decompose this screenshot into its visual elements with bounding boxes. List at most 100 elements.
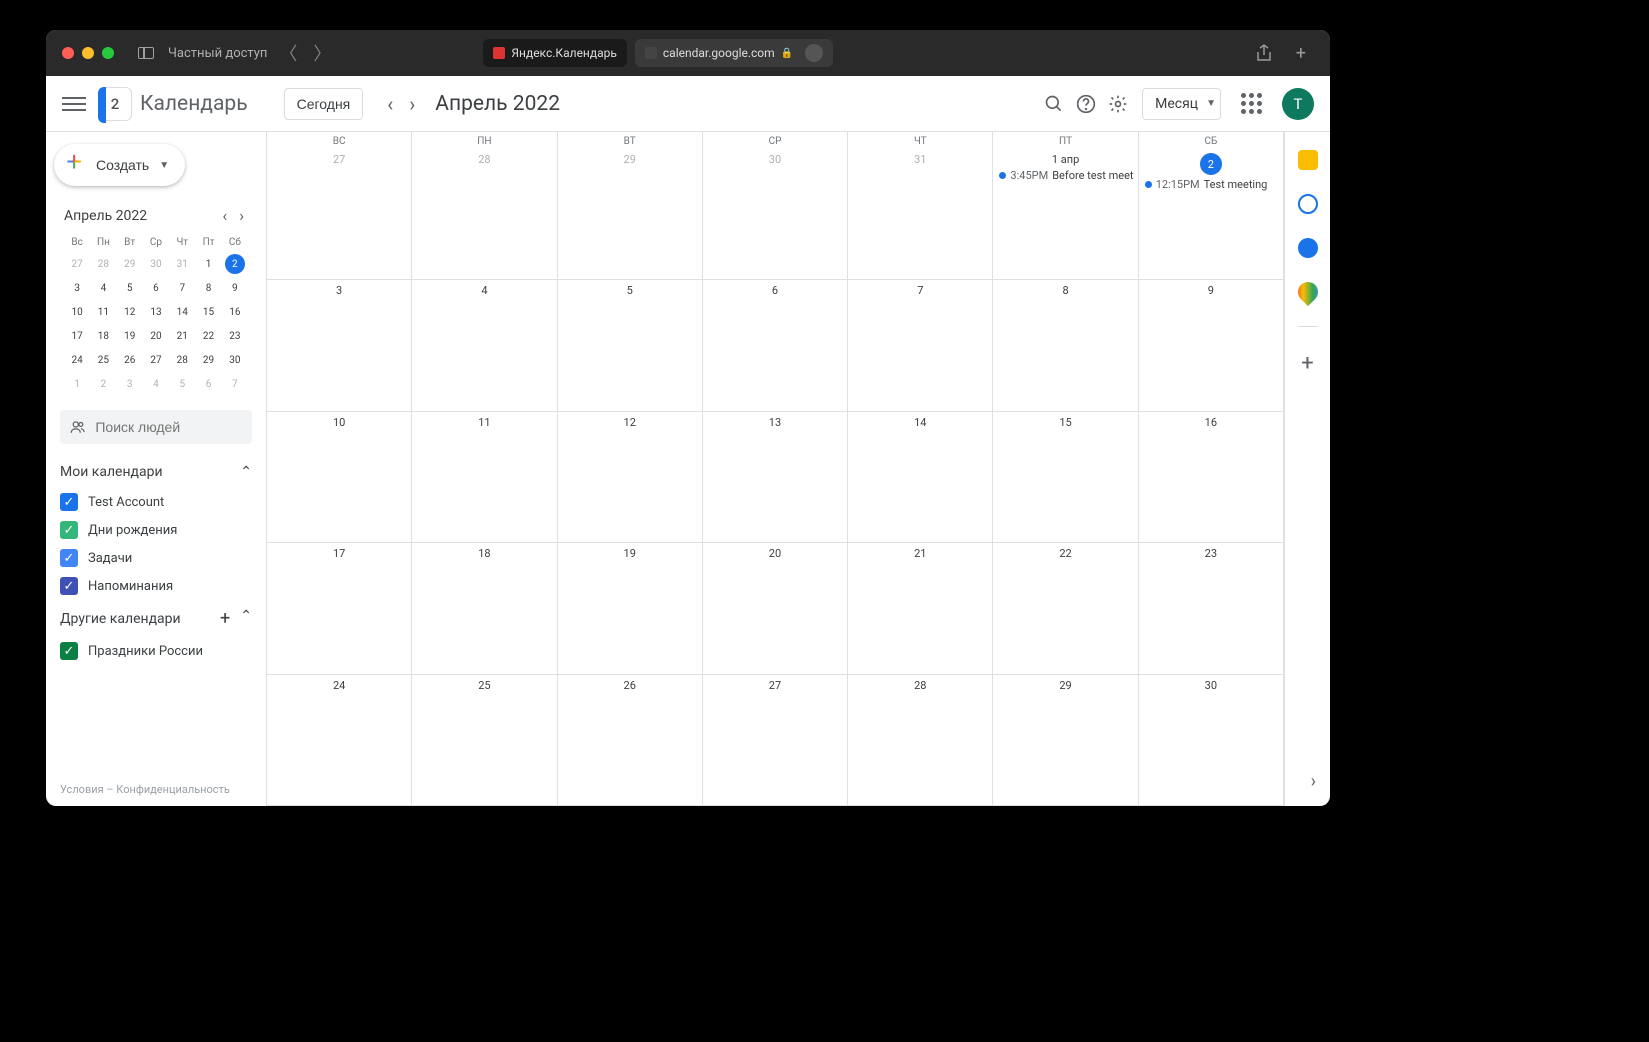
settings-icon[interactable] — [1106, 92, 1130, 116]
mini-day-cell[interactable]: 8 — [195, 276, 221, 300]
calendar-list-item[interactable]: ✓Задачи — [60, 544, 252, 572]
maximize-window-button[interactable] — [102, 47, 114, 59]
day-cell[interactable]: 27 — [267, 149, 412, 280]
mini-day-cell[interactable]: 19 — [117, 324, 143, 348]
mini-day-cell[interactable]: 18 — [90, 324, 116, 348]
browser-tab-yandex[interactable]: Яндекс.Календарь — [483, 39, 627, 67]
day-cell[interactable]: 18 — [412, 543, 557, 674]
mini-day-cell[interactable]: 28 — [169, 348, 195, 372]
calendar-list-item[interactable]: ✓Напоминания — [60, 572, 252, 600]
calendar-event[interactable]: 12:15PM Test meeting — [1143, 177, 1279, 192]
calendar-list-item[interactable]: ✓Праздники России — [60, 637, 252, 665]
collapse-side-panel-button[interactable]: › — [1311, 771, 1316, 792]
day-cell[interactable]: 21 — [848, 543, 993, 674]
contacts-app-icon[interactable] — [1298, 238, 1318, 258]
day-cell[interactable]: 31 — [848, 149, 993, 280]
day-cell[interactable]: 19 — [558, 543, 703, 674]
mini-day-cell[interactable]: 29 — [195, 348, 221, 372]
calendar-logo[interactable]: 2 — [98, 87, 132, 121]
mini-day-cell[interactable]: 1 — [195, 252, 221, 276]
checkbox-icon[interactable]: ✓ — [60, 521, 78, 539]
prev-period-button[interactable]: ‹ — [379, 86, 401, 122]
mini-day-cell[interactable]: 27 — [143, 348, 169, 372]
mini-day-cell[interactable]: 5 — [117, 276, 143, 300]
mini-day-cell[interactable]: 2 — [222, 252, 248, 276]
day-cell[interactable]: 14 — [848, 412, 993, 543]
day-cell[interactable]: 10 — [267, 412, 412, 543]
day-cell[interactable]: 12 — [558, 412, 703, 543]
mini-day-cell[interactable]: 7 — [169, 276, 195, 300]
day-cell[interactable]: 20 — [703, 543, 848, 674]
share-icon[interactable] — [1248, 44, 1280, 62]
day-cell[interactable]: 7 — [848, 280, 993, 411]
day-cell[interactable]: 30 — [703, 149, 848, 280]
day-cell[interactable]: 23 — [1139, 543, 1284, 674]
mini-day-cell[interactable]: 22 — [195, 324, 221, 348]
day-cell[interactable]: 15 — [993, 412, 1138, 543]
mini-day-cell[interactable]: 16 — [222, 300, 248, 324]
day-cell[interactable]: 22 — [993, 543, 1138, 674]
day-cell[interactable]: 26 — [558, 675, 703, 806]
create-button[interactable]: Создать ▼ — [54, 144, 185, 186]
main-menu-button[interactable] — [62, 92, 86, 116]
search-icon[interactable] — [1042, 92, 1066, 116]
mini-day-cell[interactable]: 24 — [64, 348, 90, 372]
mini-prev-month-button[interactable]: ‹ — [218, 206, 231, 225]
day-cell[interactable]: 28 — [848, 675, 993, 806]
sidebar-toggle-icon[interactable] — [138, 47, 154, 59]
view-selector[interactable]: Месяц ▼ — [1142, 88, 1221, 120]
next-period-button[interactable]: › — [401, 86, 423, 122]
close-window-button[interactable] — [62, 47, 74, 59]
day-cell[interactable]: 29 — [993, 675, 1138, 806]
mini-day-cell[interactable]: 3 — [117, 372, 143, 396]
maps-app-icon[interactable] — [1293, 278, 1321, 306]
add-calendar-button[interactable]: + — [220, 608, 230, 629]
search-people-input[interactable] — [95, 419, 242, 435]
google-apps-button[interactable] — [1241, 93, 1262, 114]
checkbox-icon[interactable]: ✓ — [60, 493, 78, 511]
mini-day-cell[interactable]: 6 — [195, 372, 221, 396]
mini-day-cell[interactable]: 17 — [64, 324, 90, 348]
day-cell[interactable]: 25 — [412, 675, 557, 806]
mini-day-cell[interactable]: 23 — [222, 324, 248, 348]
tasks-app-icon[interactable] — [1298, 194, 1318, 214]
day-cell[interactable]: 1 апр3:45PM Before test meetin — [993, 149, 1138, 280]
day-cell[interactable]: 11 — [412, 412, 557, 543]
mini-day-cell[interactable]: 9 — [222, 276, 248, 300]
mini-day-cell[interactable]: 20 — [143, 324, 169, 348]
calendar-list-item[interactable]: ✓Test Account — [60, 488, 252, 516]
mini-next-month-button[interactable]: › — [235, 206, 248, 225]
mini-day-cell[interactable]: 3 — [64, 276, 90, 300]
day-cell[interactable]: 9 — [1139, 280, 1284, 411]
mini-day-cell[interactable]: 31 — [169, 252, 195, 276]
minimize-window-button[interactable] — [82, 47, 94, 59]
new-tab-button[interactable]: + — [1288, 43, 1314, 64]
mini-day-cell[interactable]: 27 — [64, 252, 90, 276]
keep-app-icon[interactable] — [1298, 150, 1318, 170]
reader-icon[interactable] — [805, 44, 823, 62]
day-cell[interactable]: 8 — [993, 280, 1138, 411]
footer-links[interactable]: Условия – Конфиденциальность — [60, 783, 230, 796]
day-cell[interactable]: 29 — [558, 149, 703, 280]
mini-day-cell[interactable]: 25 — [90, 348, 116, 372]
day-cell[interactable]: 30 — [1139, 675, 1284, 806]
day-cell[interactable]: 24 — [267, 675, 412, 806]
mini-day-cell[interactable]: 2 — [90, 372, 116, 396]
mini-day-cell[interactable]: 29 — [117, 252, 143, 276]
mini-day-cell[interactable]: 4 — [143, 372, 169, 396]
mini-day-cell[interactable]: 7 — [222, 372, 248, 396]
mini-day-cell[interactable]: 26 — [117, 348, 143, 372]
mini-day-cell[interactable]: 15 — [195, 300, 221, 324]
day-cell[interactable]: 3 — [267, 280, 412, 411]
mini-day-cell[interactable]: 30 — [143, 252, 169, 276]
day-cell[interactable]: 28 — [412, 149, 557, 280]
mini-day-cell[interactable]: 11 — [90, 300, 116, 324]
checkbox-icon[interactable]: ✓ — [60, 549, 78, 567]
calendar-list-item[interactable]: ✓Дни рождения — [60, 516, 252, 544]
mini-day-cell[interactable]: 5 — [169, 372, 195, 396]
other-calendars-header[interactable]: Другие календари + ⌃ — [54, 602, 258, 635]
checkbox-icon[interactable]: ✓ — [60, 577, 78, 595]
browser-forward-button[interactable]: 〉 — [309, 40, 335, 66]
mini-day-cell[interactable]: 30 — [222, 348, 248, 372]
day-cell[interactable]: 4 — [412, 280, 557, 411]
